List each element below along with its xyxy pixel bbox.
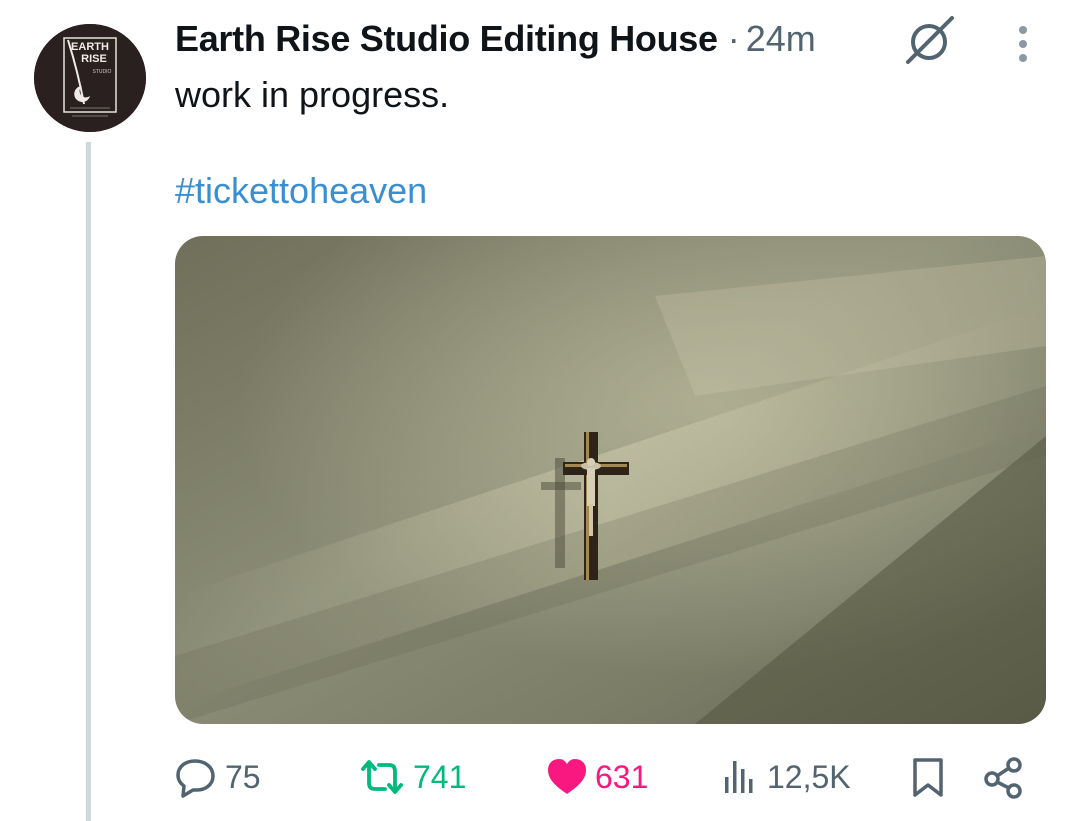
earth-rise-studio-logo: EARTH RISE STUDIO bbox=[34, 24, 146, 132]
logo-text-studio: STUDIO bbox=[93, 69, 112, 75]
crucifix-on-wall-photo bbox=[175, 236, 1046, 724]
like-button[interactable]: 631 bbox=[545, 752, 648, 802]
retweet-button[interactable]: 741 bbox=[357, 752, 466, 802]
post-timestamp[interactable]: 24m bbox=[746, 18, 816, 60]
reply-icon bbox=[176, 759, 215, 798]
share-button[interactable] bbox=[982, 752, 1026, 802]
tweet-media-photo[interactable] bbox=[175, 236, 1046, 724]
hashtag-link[interactable]: #tickettoheaven bbox=[175, 170, 427, 212]
header-separator: · bbox=[727, 18, 740, 59]
author-avatar[interactable]: EARTH RISE STUDIO bbox=[34, 24, 146, 132]
views-button[interactable]: 12,5K bbox=[721, 752, 851, 802]
more-options-button[interactable] bbox=[1008, 22, 1038, 66]
grok-button[interactable] bbox=[902, 12, 958, 68]
bookmark-icon bbox=[913, 758, 943, 797]
logo-text-earth: EARTH bbox=[71, 41, 109, 53]
like-count: 631 bbox=[595, 758, 649, 795]
reply-button[interactable]: 75 bbox=[175, 752, 261, 802]
tweet-header: Earth Rise Studio Editing House · 24m bbox=[175, 14, 816, 64]
reply-count: 75 bbox=[225, 758, 261, 795]
retweet-count: 741 bbox=[413, 758, 467, 795]
views-count: 12,5K bbox=[767, 758, 851, 795]
grok-icon bbox=[906, 16, 954, 64]
more-options-icon bbox=[1019, 26, 1027, 62]
logo-text-rise: RISE bbox=[81, 53, 107, 65]
share-icon bbox=[984, 757, 1022, 799]
retweet-icon bbox=[361, 760, 403, 794]
bookmark-button[interactable] bbox=[908, 752, 948, 802]
tweet-text: work in progress. bbox=[175, 74, 450, 115]
tweet[interactable]: EARTH RISE STUDIO Earth Rise Studio Edit… bbox=[0, 0, 1080, 821]
views-icon bbox=[725, 761, 753, 793]
heart-icon bbox=[548, 759, 586, 794]
thread-connector-line bbox=[86, 142, 91, 821]
author-display-name[interactable]: Earth Rise Studio Editing House bbox=[175, 18, 718, 60]
